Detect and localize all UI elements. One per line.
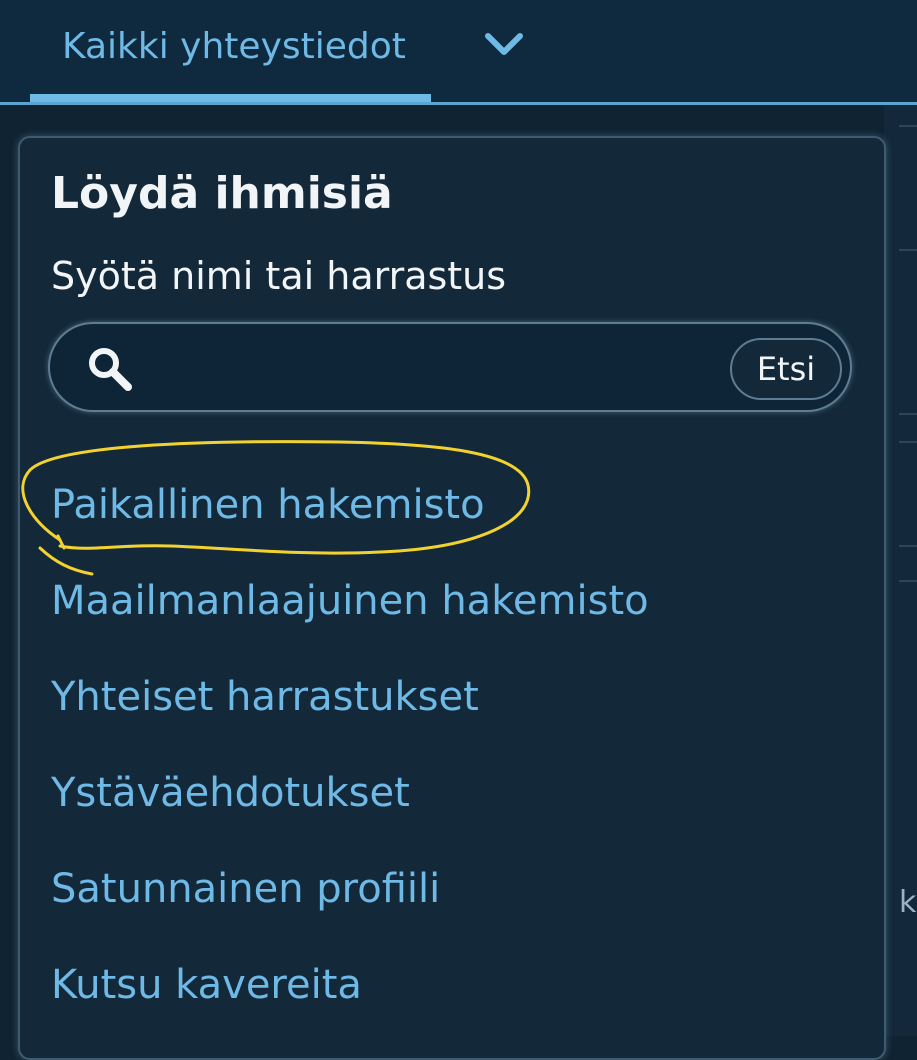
search-input[interactable] <box>160 338 724 398</box>
background-divider <box>899 580 917 582</box>
link-global-directory[interactable]: Maailmanlaajuinen hakemisto <box>51 578 649 624</box>
background-divider <box>899 545 917 547</box>
link-local-directory[interactable]: Paikallinen hakemisto <box>51 482 485 528</box>
search-icon <box>86 346 136 394</box>
tab-bar: Kaikki yhteystiedot <box>0 0 917 105</box>
search-button[interactable]: Etsi <box>730 338 842 400</box>
tab-all-contacts[interactable]: Kaikki yhteystiedot <box>62 26 406 67</box>
panel-title: Löydä ihmisiä <box>51 168 393 219</box>
background-text-fragment: ki <box>899 885 917 920</box>
chevron-down-icon[interactable] <box>484 30 524 60</box>
link-friend-suggestions[interactable]: Ystäväehdotukset <box>51 770 410 816</box>
search-label: Syötä nimi tai harrastus <box>51 254 507 298</box>
tab-bar-divider <box>0 102 917 105</box>
link-random-profile[interactable]: Satunnainen profiili <box>51 866 440 912</box>
background-divider <box>899 249 917 251</box>
find-people-panel: Löydä ihmisiä Syötä nimi tai harrastus E… <box>18 136 886 1060</box>
link-invite-friends[interactable]: Kutsu kavereita <box>51 962 362 1008</box>
background-divider <box>899 413 917 415</box>
background-divider <box>899 441 917 443</box>
link-shared-interests[interactable]: Yhteiset harrastukset <box>51 674 479 720</box>
background-divider <box>899 125 917 127</box>
search-bar: Etsi <box>48 322 852 412</box>
